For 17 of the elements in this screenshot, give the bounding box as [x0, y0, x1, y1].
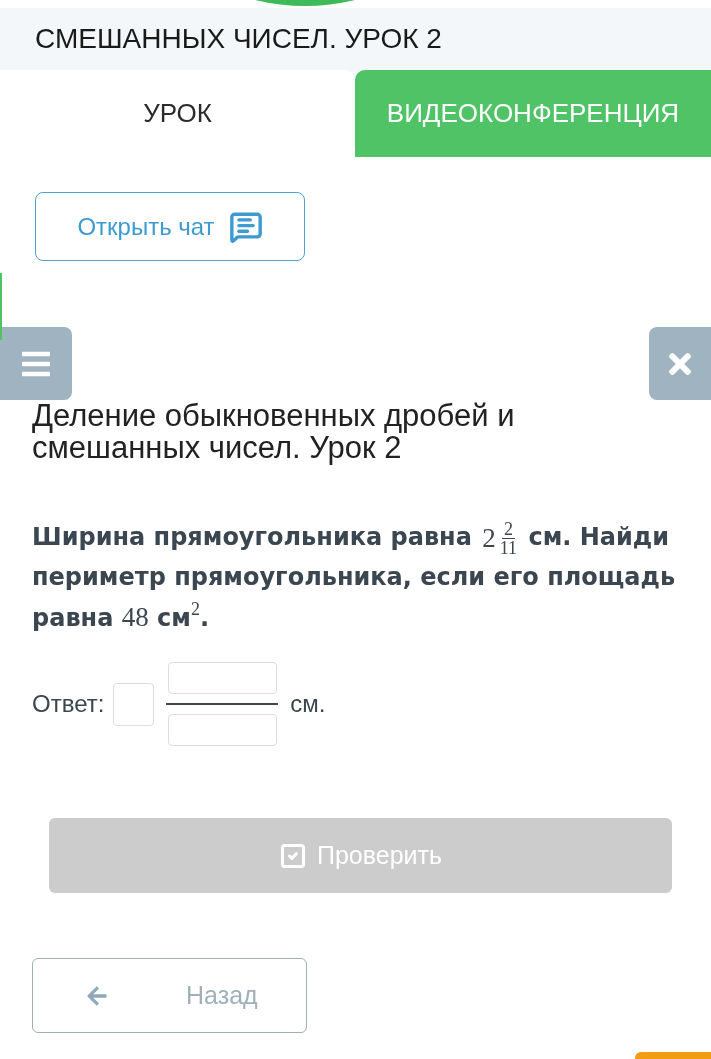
denominator-field[interactable] — [167, 714, 277, 746]
back-button[interactable]: Назад — [32, 958, 307, 1033]
logo-icon — [255, 0, 355, 6]
close-button[interactable] — [649, 327, 711, 400]
checkbox-icon — [279, 841, 307, 870]
numerator-field[interactable] — [167, 662, 277, 694]
menu-button[interactable] — [0, 327, 72, 400]
whole-number-field[interactable] — [113, 682, 155, 726]
page-title: СМЕШАННЫХ ЧИСЕЛ. УРОК 2 — [35, 23, 442, 55]
button-edge[interactable] — [635, 1052, 711, 1059]
open-chat-button[interactable]: Открыть чат — [35, 192, 305, 261]
tab[interactable]: УРОК — [0, 70, 355, 157]
tab[interactable]: ВИДЕОКОНФЕРЕНЦИЯ — [355, 70, 711, 157]
unit-label: см. — [290, 689, 326, 719]
lesson-title: Деление обыкновенных дробей и смешанных чисел. Урок 2 — [32, 400, 516, 464]
arrow-left-icon — [85, 984, 109, 1007]
answer-label: Ответ: — [32, 689, 105, 719]
